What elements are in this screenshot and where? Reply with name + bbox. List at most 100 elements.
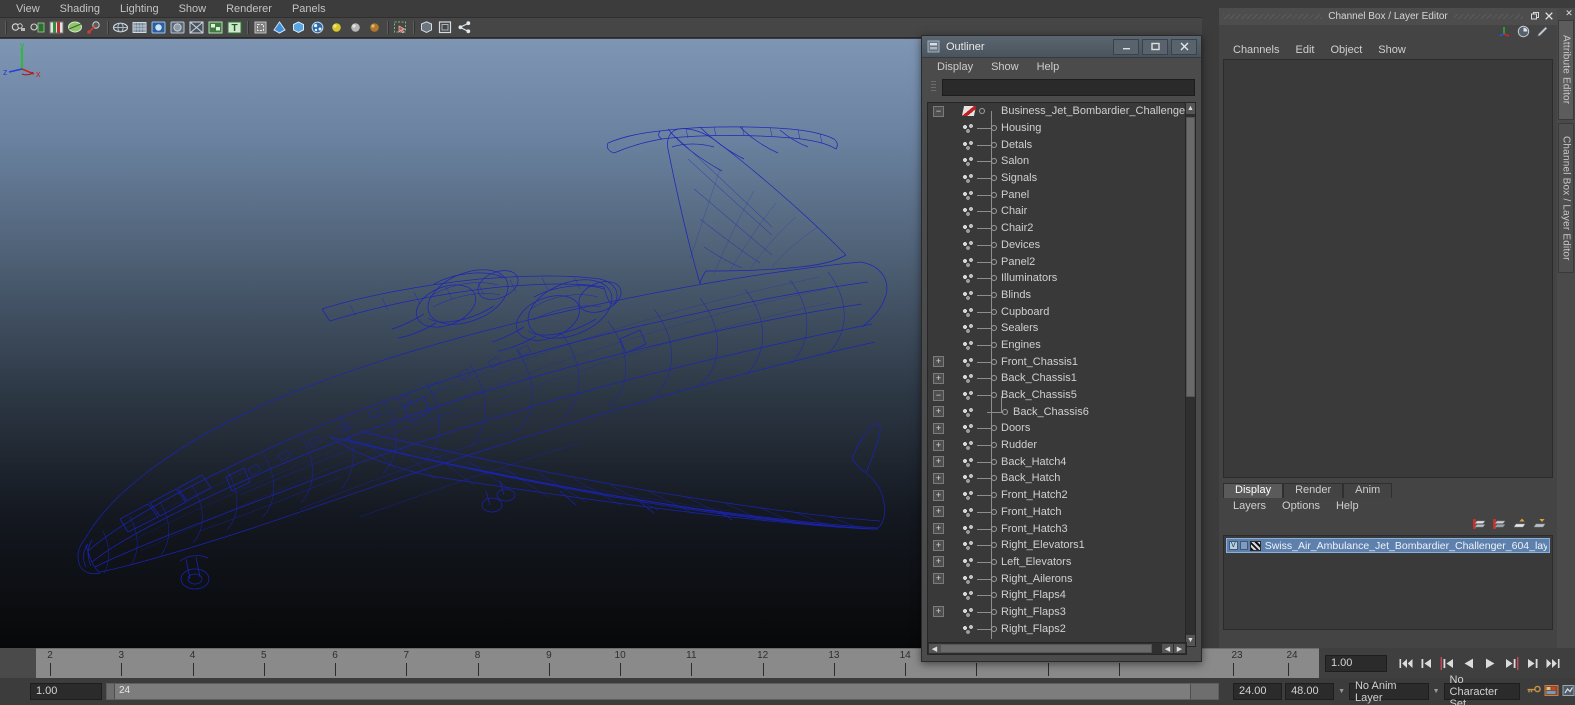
outliner-row[interactable]: Chair <box>928 203 1171 220</box>
outliner-titlebar[interactable]: Outliner <box>922 36 1201 58</box>
light-manipulator-icon[interactable] <box>86 19 103 36</box>
collapse-minus-icon[interactable]: − <box>933 389 944 401</box>
range-start-field[interactable]: 24.00 <box>1233 683 1283 700</box>
range-handle-left[interactable] <box>107 684 115 699</box>
outliner-row[interactable]: Right_Flaps4 <box>928 587 1171 604</box>
chevron-down-icon[interactable]: ▼ <box>1337 683 1346 700</box>
light-amber-icon[interactable] <box>366 19 383 36</box>
scroll-right-arrow-inner[interactable]: ◀ <box>1162 644 1173 653</box>
key-icon[interactable] <box>1526 684 1541 700</box>
expand-plus-icon[interactable]: + <box>933 372 944 384</box>
outliner-row[interactable]: + Left_Elevators <box>928 554 1171 571</box>
channel-menu-show[interactable]: Show <box>1370 41 1414 59</box>
close-button[interactable] <box>1171 38 1197 55</box>
outliner-row[interactable]: Right_Flaps2 <box>928 620 1171 637</box>
current-time-field[interactable]: 1.00 <box>1325 654 1387 672</box>
default-light-icon[interactable] <box>309 19 326 36</box>
outliner-window[interactable]: Outliner Display Show Help − Business_Jet… <box>921 35 1202 662</box>
expand-plus-icon[interactable]: + <box>933 539 944 551</box>
range-handle-right[interactable] <box>1190 684 1218 699</box>
smooth-shade-all-icon[interactable] <box>150 19 167 36</box>
move-layer-down-icon[interactable] <box>1532 517 1547 531</box>
outliner-row[interactable]: + Doors <box>928 420 1171 437</box>
outliner-row[interactable]: Cupboard <box>928 303 1171 320</box>
shaded-textured-icon[interactable] <box>188 19 205 36</box>
expand-plus-icon[interactable]: + <box>933 472 944 484</box>
step-forward-key-icon[interactable] <box>1501 655 1520 671</box>
layer-list[interactable]: V Swiss_Air_Ambulance_Jet_Bombardier_Cha… <box>1223 535 1553 630</box>
pencil-icon[interactable] <box>1536 25 1549 41</box>
playback-ruler[interactable]: 23 24 <box>1219 648 1319 678</box>
range-end-field[interactable]: 48.00 <box>1285 683 1335 700</box>
layer-menu-help[interactable]: Help <box>1328 498 1367 515</box>
character-set-dropdown[interactable]: No Character Set <box>1443 674 1520 705</box>
move-layer-up-icon[interactable] <box>1512 517 1527 531</box>
outliner-row[interactable]: Devices <box>928 237 1171 254</box>
outliner-row[interactable]: + Front_Chassis1 <box>928 353 1171 370</box>
expand-plus-icon[interactable]: + <box>933 422 944 434</box>
outliner-row[interactable]: + Front_Hatch <box>928 504 1171 521</box>
outliner-row[interactable]: Sealers <box>928 320 1171 337</box>
outliner-row[interactable]: + Back_Chassis1 <box>928 370 1171 387</box>
animation-prefs-icon[interactable] <box>1562 684 1575 700</box>
outliner-row[interactable]: − Business_Jet_Bombardier_Challenger_604 <box>928 103 1186 120</box>
scroll-down-arrow[interactable]: ▼ <box>1186 635 1195 646</box>
layer-name[interactable]: Swiss_Air_Ambulance_Jet_Bombardier_Chall… <box>1265 540 1547 552</box>
outliner-vscroll-thumb[interactable] <box>1186 117 1195 397</box>
minimize-button[interactable] <box>1113 38 1139 55</box>
light-white-icon[interactable] <box>347 19 364 36</box>
menu-panels[interactable]: Panels <box>282 0 336 18</box>
anim-layer-dropdown[interactable]: No Anim Layer <box>1348 680 1429 704</box>
outliner-row[interactable]: + Front_Hatch2 <box>928 487 1171 504</box>
expand-plus-icon[interactable]: + <box>933 556 944 568</box>
xray-active-icon[interactable] <box>290 19 307 36</box>
expand-plus-icon[interactable]: + <box>933 406 944 418</box>
clock-icon[interactable] <box>1517 25 1530 41</box>
play-backwards-icon[interactable] <box>1459 655 1478 671</box>
go-to-end-icon[interactable] <box>1543 655 1562 671</box>
scroll-up-arrow[interactable]: ▲ <box>1186 103 1195 114</box>
tab-display[interactable]: Display <box>1223 483 1284 498</box>
isolate-select-icon[interactable] <box>418 19 435 36</box>
outliner-row[interactable]: Illuminators <box>928 270 1171 287</box>
menu-show[interactable]: Show <box>169 0 217 18</box>
select-marquee-icon[interactable] <box>392 19 409 36</box>
light-yellow-icon[interactable] <box>328 19 345 36</box>
maximize-button[interactable] <box>1142 38 1168 55</box>
outliner-row[interactable]: Salon <box>928 153 1171 170</box>
expand-plus-icon[interactable]: + <box>933 356 944 368</box>
menu-lighting[interactable]: Lighting <box>110 0 169 18</box>
range-slider-track[interactable]: 24 <box>106 683 1219 700</box>
texture-icon[interactable]: T <box>226 19 243 36</box>
outliner-tree[interactable]: − Business_Jet_Bombardier_Challenger_604 H… <box>927 102 1187 647</box>
layer-menu-layers[interactable]: Layers <box>1225 498 1274 515</box>
layer-visibility-checkbox[interactable]: V <box>1229 541 1238 550</box>
channel-menu-edit[interactable]: Edit <box>1287 41 1322 59</box>
chevron-down-icon-2[interactable]: ▼ <box>1432 683 1441 700</box>
outliner-row[interactable]: + Right_Flaps3 <box>928 604 1171 621</box>
outliner-horizontal-scrollbar[interactable]: ◀ ◀ ▶ <box>927 642 1187 655</box>
outliner-row[interactable]: + Front_Hatch3 <box>928 520 1171 537</box>
axis-manipulator-icon[interactable] <box>1498 25 1511 41</box>
expand-plus-icon[interactable]: + <box>933 573 944 585</box>
outliner-row[interactable]: Panel <box>928 186 1171 203</box>
outliner-row[interactable]: Chair2 <box>928 220 1171 237</box>
vtab-channel-box-layer-editor[interactable]: Channel Box / Layer Editor <box>1558 123 1574 273</box>
image-plane-icon[interactable] <box>48 19 65 36</box>
xray-joints-icon[interactable] <box>271 19 288 36</box>
outliner-row[interactable]: Panel2 <box>928 253 1171 270</box>
camera-icon[interactable] <box>10 19 27 36</box>
outliner-row[interactable]: Detals <box>928 136 1171 153</box>
expand-plus-icon[interactable]: + <box>933 506 944 518</box>
shared-node-icon[interactable] <box>456 19 473 36</box>
menu-view[interactable]: View <box>6 0 50 18</box>
outliner-row[interactable]: + Right_Elevators1 <box>928 537 1171 554</box>
close-panel-button[interactable] <box>1543 10 1555 22</box>
outliner-row[interactable]: − Back_Chassis5 <box>928 387 1171 404</box>
outliner-menu-show[interactable]: Show <box>982 58 1028 76</box>
flat-shade-icon[interactable] <box>169 19 186 36</box>
expand-plus-icon[interactable]: + <box>933 439 944 451</box>
scroll-left-arrow[interactable]: ◀ <box>929 644 940 653</box>
outliner-hscroll-thumb[interactable] <box>940 644 1152 653</box>
outliner-row[interactable]: Engines <box>928 337 1171 354</box>
